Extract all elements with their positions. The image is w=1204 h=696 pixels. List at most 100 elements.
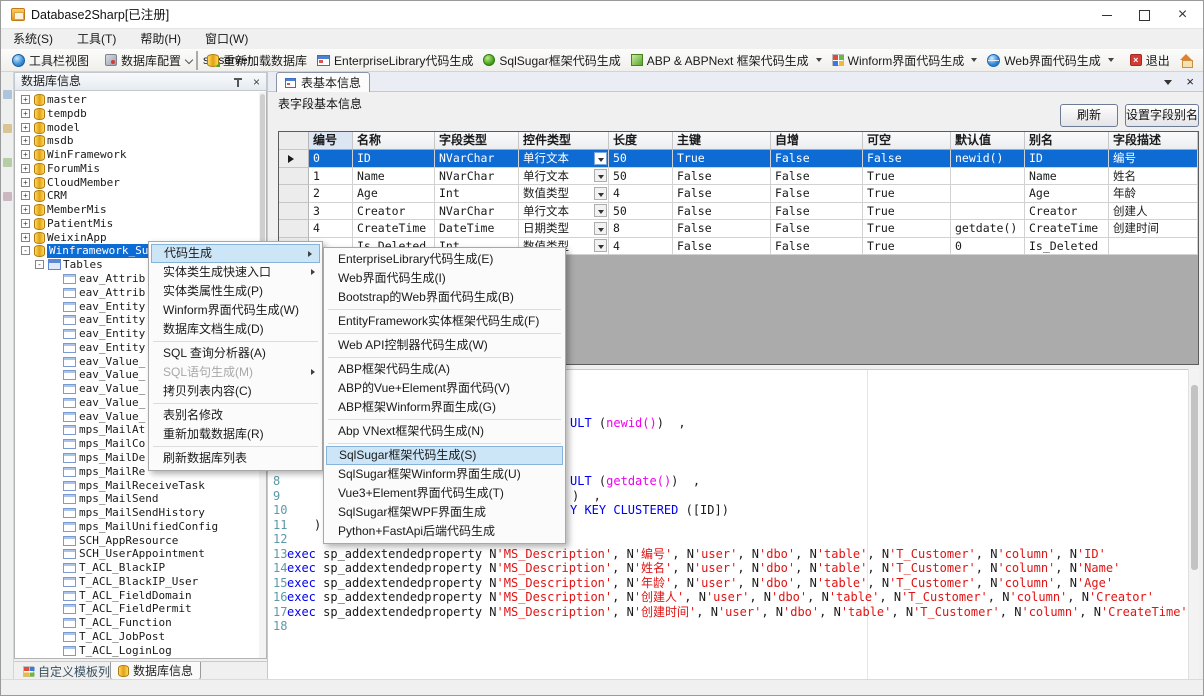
submenu-item-15[interactable]: SqlSugar框架Winform界面生成(U) xyxy=(324,465,565,484)
toolbar-sqlsugar-button[interactable]: SqlSugar框架代码生成 xyxy=(478,50,625,71)
toolbar-web-button[interactable]: Web界面代码生成 xyxy=(982,50,1118,71)
grid-column-header[interactable]: 别名 xyxy=(1025,132,1109,150)
grid-row[interactable]: 0IDNVarChar单行文本50TrueFalseFalsenewid()ID… xyxy=(279,150,1198,168)
tree-expand-glyph[interactable]: + xyxy=(21,150,30,159)
control-type-dropdown[interactable] xyxy=(594,169,607,182)
grid-row[interactable]: 1NameNVarChar单行文本50FalseFalseTrueName姓名 xyxy=(279,168,1198,186)
tree-row[interactable]: +CloudMember xyxy=(15,176,266,190)
submenu-item-1[interactable]: Web界面代码生成(I) xyxy=(324,269,565,288)
toolbar-winform-button[interactable]: Winform界面代码生成 xyxy=(827,50,983,71)
tree-row[interactable]: mps_MailReceiveTask xyxy=(15,479,266,493)
grid-column-header[interactable]: 自增 xyxy=(771,132,863,150)
control-type-dropdown[interactable] xyxy=(594,222,607,235)
row-selector-cell[interactable] xyxy=(279,185,309,203)
tree-row[interactable]: +PatientMis xyxy=(15,217,266,231)
control-type-dropdown[interactable] xyxy=(594,239,607,252)
tree-expand-glyph[interactable]: - xyxy=(21,246,30,255)
tree-row[interactable]: +MemberMis xyxy=(15,203,266,217)
pin-icon[interactable] xyxy=(234,78,242,87)
grid-column-header[interactable]: 长度 xyxy=(609,132,673,150)
context-menu-item-8[interactable]: 拷贝列表内容(C) xyxy=(149,382,322,401)
toolbar-home-button[interactable] xyxy=(1175,52,1198,68)
toolbar-enterpriselibrary-button[interactable]: EnterpriseLibrary代码生成 xyxy=(312,50,478,71)
row-selector-cell[interactable] xyxy=(279,220,309,238)
close-button[interactable] xyxy=(1160,1,1204,29)
panel-close-icon[interactable]: × xyxy=(253,74,260,91)
context-menu-item-1[interactable]: 实体类生成快速入口 xyxy=(149,263,322,282)
scrollbar-thumb[interactable] xyxy=(1191,385,1198,570)
tree-row[interactable]: +CRM xyxy=(15,189,266,203)
submenu-item-4[interactable]: EntityFramework实体框架代码生成(F) xyxy=(324,312,565,331)
tree-row[interactable]: T_ACL_Function xyxy=(15,616,266,630)
row-selector-cell[interactable] xyxy=(279,168,309,186)
tree-expand-glyph[interactable]: + xyxy=(21,191,30,200)
context-menu-item-13[interactable]: 刷新数据库列表 xyxy=(149,449,322,468)
submenu-item-8[interactable]: ABP框架代码生成(A) xyxy=(324,360,565,379)
set-field-alias-button[interactable]: 设置字段别名 xyxy=(1125,104,1199,127)
tree-row[interactable]: T_ACL_LoginLog xyxy=(15,644,266,658)
tree-row[interactable]: SCH_AppResource xyxy=(15,534,266,548)
menubar-item-1[interactable]: 工具(T) xyxy=(65,29,128,49)
grid-column-header[interactable]: 字段描述 xyxy=(1109,132,1198,150)
tab-table-basic-info[interactable]: 表基本信息 xyxy=(276,72,370,92)
tree-expand-glyph[interactable]: + xyxy=(21,123,30,132)
collapsed-side-strip[interactable] xyxy=(1,72,14,679)
toolbar-dbconfig-button[interactable]: 数据库配置 xyxy=(100,50,186,71)
grid-row[interactable]: 4CreateTimeDateTime日期类型8FalseFalseTruege… xyxy=(279,220,1198,238)
tree-row[interactable]: +master xyxy=(15,93,266,107)
tree-expand-glyph[interactable]: + xyxy=(21,136,30,145)
database-type-select[interactable]: sqlserver xyxy=(196,51,198,70)
grid-column-header[interactable]: 名称 xyxy=(353,132,435,150)
submenu-item-12[interactable]: Abp VNext框架代码生成(N) xyxy=(324,422,565,441)
tree-expand-glyph[interactable]: - xyxy=(35,260,44,269)
tree-row[interactable]: SCH_UserAppointment xyxy=(15,547,266,561)
row-selector-cell[interactable] xyxy=(279,150,309,168)
tree-row[interactable]: +WinFramework xyxy=(15,148,266,162)
tree-expand-glyph[interactable]: + xyxy=(21,205,30,214)
control-type-dropdown[interactable] xyxy=(594,187,607,200)
tree-expand-glyph[interactable]: + xyxy=(21,219,30,228)
toolbar-exit-button[interactable]: 退出 xyxy=(1125,50,1175,71)
context-menu-item-7[interactable]: SQL语句生成(M) xyxy=(149,363,322,382)
menubar-item-0[interactable]: 系统(S) xyxy=(1,29,65,49)
submenu-item-2[interactable]: Bootstrap的Web界面代码生成(B) xyxy=(324,288,565,307)
grid-row[interactable]: 3CreatorNVarChar单行文本50FalseFalseTrueCrea… xyxy=(279,203,1198,221)
tree-expand-glyph[interactable]: + xyxy=(21,164,30,173)
tree-expand-glyph[interactable]: + xyxy=(21,95,30,104)
submenu-item-6[interactable]: Web API控制器代码生成(W) xyxy=(324,336,565,355)
tree-row[interactable]: mps_MailSendHistory xyxy=(15,506,266,520)
grid-column-header[interactable]: 可空 xyxy=(863,132,951,150)
tree-row[interactable]: T_ACL_FieldDomain xyxy=(15,589,266,603)
submenu-item-16[interactable]: Vue3+Element界面代码生成(T) xyxy=(324,484,565,503)
context-menu-item-0[interactable]: 代码生成 xyxy=(151,244,320,263)
tree-row[interactable]: T_ACL_BlackIP_User xyxy=(15,575,266,589)
refresh-button[interactable]: 刷新 xyxy=(1060,104,1118,127)
grid-column-header[interactable]: 字段类型 xyxy=(435,132,519,150)
submenu-item-10[interactable]: ABP框架Winform界面生成(G) xyxy=(324,398,565,417)
tree-expand-glyph[interactable]: + xyxy=(21,178,30,187)
toolbar-abp-button[interactable]: ABP & ABPNext 框架代码生成 xyxy=(626,50,827,71)
tree-row[interactable]: mps_MailSend xyxy=(15,492,266,506)
code-scrollbar[interactable] xyxy=(1188,369,1199,679)
grid-row[interactable]: 2AgeInt数值类型4FalseFalseTrueAge年龄 xyxy=(279,185,1198,203)
tree-row[interactable]: T_ACL_BlackIP xyxy=(15,561,266,575)
grid-column-header[interactable]: 默认值 xyxy=(951,132,1025,150)
menubar-item-3[interactable]: 窗口(W) xyxy=(193,29,260,49)
grid-column-header[interactable]: 控件类型 xyxy=(519,132,609,150)
row-selector-cell[interactable] xyxy=(279,203,309,221)
submenu-item-17[interactable]: SqlSugar框架WPF界面生成 xyxy=(324,503,565,522)
menubar-item-2[interactable]: 帮助(H) xyxy=(128,29,193,49)
submenu-item-18[interactable]: Python+FastApi后端代码生成 xyxy=(324,522,565,541)
tree-row[interactable]: +model xyxy=(15,121,266,135)
tree-row[interactable]: +tempdb xyxy=(15,107,266,121)
context-menu-item-10[interactable]: 表别名修改 xyxy=(149,406,322,425)
document-close-icon[interactable]: × xyxy=(1186,73,1194,91)
tree-row[interactable]: T_ACL_JobPost xyxy=(15,630,266,644)
tree-row[interactable]: +ForumMis xyxy=(15,162,266,176)
tree-row[interactable]: T_ACL_FieldPermit xyxy=(15,602,266,616)
toolbar-feed-button[interactable] xyxy=(1198,52,1204,69)
tree-expand-glyph[interactable]: + xyxy=(21,109,30,118)
context-menu-item-4[interactable]: 数据库文档生成(D) xyxy=(149,320,322,339)
context-menu-item-6[interactable]: SQL 查询分析器(A) xyxy=(149,344,322,363)
context-menu-item-3[interactable]: Winform界面代码生成(W) xyxy=(149,301,322,320)
